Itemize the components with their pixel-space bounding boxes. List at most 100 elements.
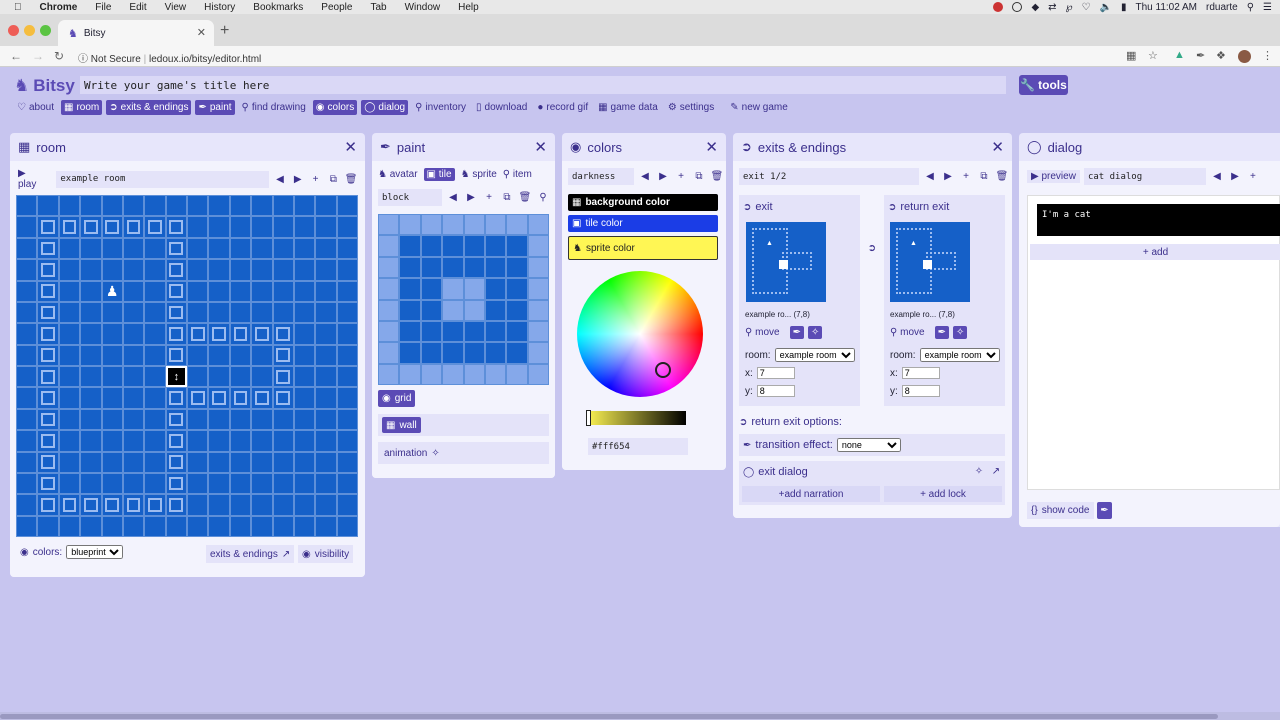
sprite-color-swatch[interactable]: ♞ sprite color xyxy=(568,236,718,260)
tab-avatar[interactable]: ♞ avatar xyxy=(378,169,418,180)
floor-cell[interactable] xyxy=(251,259,273,281)
paint-pixel[interactable] xyxy=(463,235,485,257)
wall-tile[interactable] xyxy=(144,494,166,516)
floor-cell[interactable] xyxy=(272,430,294,452)
prev-palette-icon[interactable]: ◀ xyxy=(638,171,652,182)
floor-cell[interactable] xyxy=(16,280,38,302)
floor-cell[interactable] xyxy=(336,494,358,516)
floor-cell[interactable] xyxy=(187,301,209,324)
floor-cell[interactable] xyxy=(336,344,358,366)
drawing-name-input[interactable]: block xyxy=(378,189,442,206)
floor-cell[interactable] xyxy=(293,366,316,388)
tool-new-game[interactable]: ✎ new game xyxy=(727,100,791,115)
menu-list-icon[interactable]: ☰ xyxy=(1263,2,1272,13)
floor-cell[interactable] xyxy=(144,451,166,473)
floor-cell[interactable] xyxy=(101,301,123,324)
floor-cell[interactable] xyxy=(144,387,166,409)
floor-cell[interactable] xyxy=(165,515,187,537)
paint-pixel[interactable] xyxy=(484,299,507,321)
floor-cell[interactable] xyxy=(251,344,273,366)
floor-cell[interactable] xyxy=(315,515,337,537)
floor-cell[interactable] xyxy=(315,195,337,217)
tab-item[interactable]: ⚲ item xyxy=(503,169,532,180)
paint-pixel[interactable] xyxy=(442,363,464,385)
back-icon[interactable]: ← xyxy=(10,49,22,63)
floor-cell[interactable] xyxy=(16,494,38,516)
wall-tile[interactable] xyxy=(37,494,59,516)
floor-cell[interactable] xyxy=(187,408,209,431)
paint-pixel[interactable] xyxy=(506,214,528,236)
floor-cell[interactable] xyxy=(80,195,102,217)
floor-cell[interactable] xyxy=(208,195,230,217)
floor-cell[interactable] xyxy=(315,259,337,281)
tool-record-gif[interactable]: ● record gif xyxy=(534,100,591,115)
floor-cell[interactable] xyxy=(16,195,38,217)
wall-tile[interactable] xyxy=(165,344,187,366)
show-code-button[interactable]: {} show code xyxy=(1027,502,1094,519)
tool-find-drawing[interactable]: ⚲ find drawing xyxy=(239,100,309,115)
tools-button[interactable]: 🔧 tools xyxy=(1019,75,1068,95)
paint-pixel[interactable] xyxy=(527,278,549,300)
paint-pixel[interactable] xyxy=(399,299,421,321)
floor-cell[interactable] xyxy=(58,515,81,537)
floor-cell[interactable] xyxy=(58,301,81,324)
floor-cell[interactable] xyxy=(16,408,38,431)
wall-tile[interactable] xyxy=(37,280,59,302)
wall-tile[interactable] xyxy=(37,387,59,409)
floor-cell[interactable] xyxy=(187,472,209,495)
close-tab-icon[interactable]: ✕ xyxy=(197,26,206,39)
floor-cell[interactable] xyxy=(144,237,166,260)
wall-tile[interactable] xyxy=(208,387,230,409)
floor-cell[interactable] xyxy=(272,451,294,473)
paint-pixel[interactable] xyxy=(378,235,400,257)
extensions-puzzle-icon[interactable]: ❖ xyxy=(1216,49,1226,62)
floor-cell[interactable] xyxy=(16,301,38,324)
paint-pixel[interactable] xyxy=(420,299,443,321)
user-name[interactable]: rduarte xyxy=(1206,2,1238,13)
paint-pixel[interactable] xyxy=(378,256,400,279)
next-drawing-icon[interactable]: ▶ xyxy=(464,192,478,203)
color-wheel[interactable] xyxy=(577,271,703,397)
floor-cell[interactable] xyxy=(80,237,102,260)
bookmark-star-icon[interactable]: ☆ xyxy=(1148,49,1158,62)
floor-cell[interactable] xyxy=(16,451,38,473)
paint-pixel[interactable] xyxy=(527,235,549,257)
paint-pixel[interactable] xyxy=(442,342,464,364)
duplicate-drawing-icon[interactable]: ⧉ xyxy=(500,192,514,203)
dialog-effect-icon[interactable]: ✧ xyxy=(972,466,986,477)
new-tab-icon[interactable]: + xyxy=(220,22,229,40)
paint-pixel[interactable] xyxy=(527,320,549,343)
background-color-swatch[interactable]: ▦ background color xyxy=(568,194,718,211)
tool-about[interactable]: ♡ about xyxy=(14,100,57,115)
paint-pixel[interactable] xyxy=(527,342,549,364)
floor-cell[interactable] xyxy=(80,323,102,345)
edit-code-icon[interactable]: ✒ xyxy=(1097,502,1112,519)
floor-cell[interactable] xyxy=(187,515,209,537)
floor-cell[interactable] xyxy=(208,408,230,431)
floor-cell[interactable] xyxy=(16,430,38,452)
spotlight-icon[interactable]: ⚲ xyxy=(1247,2,1254,13)
paint-pixel[interactable] xyxy=(484,342,507,364)
wall-tile[interactable] xyxy=(229,387,252,409)
floor-cell[interactable] xyxy=(336,430,358,452)
menu-people[interactable]: People xyxy=(321,2,352,13)
floor-cell[interactable] xyxy=(144,323,166,345)
floor-cell[interactable] xyxy=(187,195,209,217)
return-move-button[interactable]: ⚲ move xyxy=(890,327,925,338)
floor-cell[interactable] xyxy=(251,195,273,217)
wifi-icon[interactable]: ♡ xyxy=(1082,2,1091,13)
duplicate-palette-icon[interactable]: ⧉ xyxy=(692,171,706,182)
exits-endings-link[interactable]: exits & endings ↗ xyxy=(206,545,295,563)
paint-pixel[interactable] xyxy=(506,363,528,385)
paint-pixel[interactable] xyxy=(420,235,443,257)
floor-cell[interactable] xyxy=(251,494,273,516)
floor-cell[interactable] xyxy=(101,344,123,366)
floor-cell[interactable] xyxy=(208,494,230,516)
floor-cell[interactable] xyxy=(293,301,316,324)
floor-cell[interactable] xyxy=(122,366,145,388)
close-icon[interactable]: ✕ xyxy=(344,138,357,156)
floor-cell[interactable] xyxy=(122,387,145,409)
next-dialog-icon[interactable]: ▶ xyxy=(1228,171,1242,182)
floor-cell[interactable] xyxy=(336,259,358,281)
profile-avatar[interactable] xyxy=(1238,50,1251,63)
